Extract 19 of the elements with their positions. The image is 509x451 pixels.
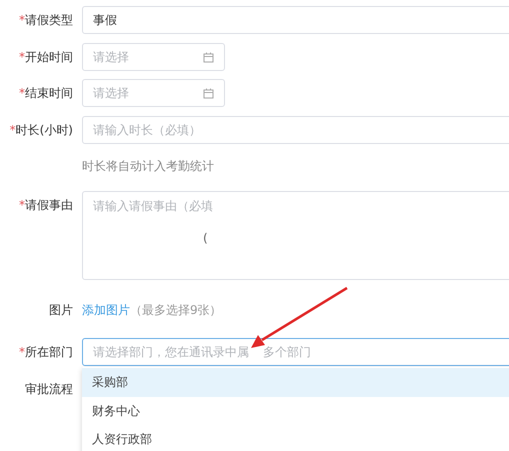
field-label: *结束时间 — [18, 85, 74, 102]
limit-note: （最多选择9张） — [130, 303, 222, 317]
field-label: 图片 — [48, 302, 74, 319]
field-label: *所在部门 — [18, 344, 74, 361]
reason-textarea[interactable]: 请输入请假事由（必填 ( — [82, 191, 509, 280]
field-label: *开始时间 — [18, 49, 74, 66]
add-picture-link[interactable]: 添加图片 — [82, 303, 130, 317]
stray-text: ( — [203, 230, 208, 246]
dropdown-option[interactable]: 人资行政部 — [82, 425, 509, 451]
dropdown-option[interactable]: 采购部 — [82, 368, 509, 396]
field-label: 审批流程 — [24, 381, 74, 398]
calendar-icon — [203, 88, 214, 98]
field-label: *请假类型 — [18, 12, 74, 29]
field-label: *时长(小时) — [8, 122, 74, 139]
dropdown-option[interactable]: 财务中心 — [82, 396, 509, 425]
leave-type-field[interactable]: 事假 — [82, 6, 509, 34]
hint-text: 时长将自动计入考勤统计 — [82, 159, 215, 173]
calendar-icon — [203, 52, 214, 62]
field-label: *请假事由 — [18, 197, 74, 214]
